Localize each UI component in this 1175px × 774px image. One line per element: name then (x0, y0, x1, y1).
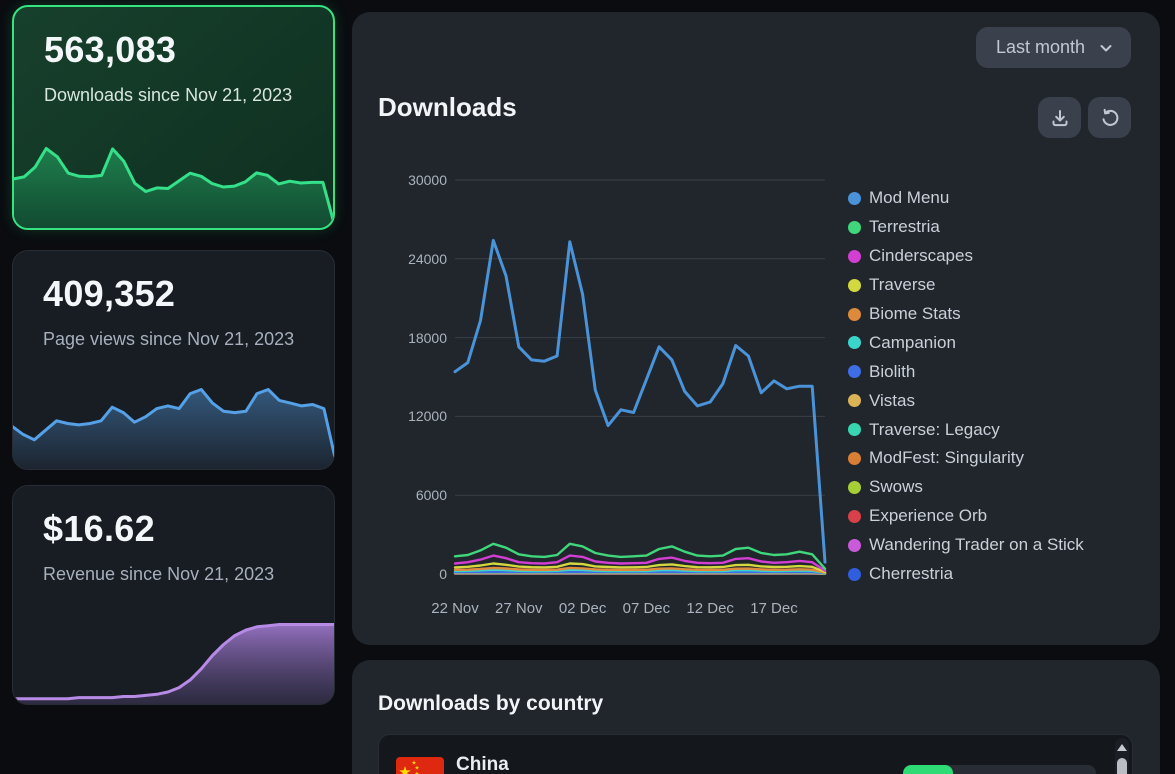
downloads-total: 563,083 (44, 29, 176, 71)
legend-dot (848, 221, 861, 234)
y-axis-tick-label: 12000 (382, 408, 447, 424)
legend-item[interactable]: Swows (848, 473, 1084, 502)
legend-dot (848, 279, 861, 292)
legend-dot (848, 539, 861, 552)
page-views-sparkline (12, 382, 335, 470)
country-name: China (456, 754, 509, 774)
export-chart-button[interactable] (1038, 97, 1081, 138)
legend-label: Mod Menu (869, 188, 949, 208)
legend-label: Biome Stats (869, 304, 961, 324)
country-section-title: Downloads by country (378, 692, 603, 716)
refresh-chart-button[interactable] (1088, 97, 1131, 138)
chart-legend: Mod Menu Terrestria Cinderscapes Traverse Bi… (848, 184, 1084, 588)
legend-label: ModFest: Singularity (869, 448, 1024, 468)
analytics-dashboard: 563,083 Downloads since Nov 21, 2023 409… (0, 0, 1175, 774)
refresh-icon (1100, 108, 1120, 128)
legend-item[interactable]: Biolith (848, 357, 1084, 386)
legend-dot (848, 423, 861, 436)
legend-label: Vistas (869, 391, 915, 411)
legend-item[interactable]: Traverse (848, 271, 1084, 300)
legend-item[interactable]: Campanion (848, 328, 1084, 357)
country-progress-fill (903, 765, 953, 774)
date-range-label: Last month (996, 37, 1085, 58)
chevron-down-icon (1097, 39, 1115, 57)
legend-label: Swows (869, 477, 923, 497)
downloads-by-country-panel: Downloads by country ★ ★ ★ ★ ★ China (352, 660, 1160, 774)
legend-item[interactable]: ModFest: Singularity (848, 444, 1084, 473)
legend-label: Terrestria (869, 217, 940, 237)
country-list: ★ ★ ★ ★ ★ China (378, 734, 1133, 774)
legend-item[interactable]: Cinderscapes (848, 242, 1084, 271)
revenue-sparkline (12, 617, 335, 705)
x-axis-tick-label: 07 Dec (623, 600, 671, 617)
legend-dot (848, 192, 861, 205)
x-axis-tick-label: 02 Dec (559, 600, 607, 617)
stat-card-page-views[interactable]: 409,352 Page views since Nov 21, 2023 (12, 250, 335, 470)
legend-dot (848, 336, 861, 349)
downloads-sparkline (13, 141, 334, 229)
y-axis-tick-label: 6000 (382, 487, 447, 503)
download-icon (1050, 108, 1070, 128)
x-axis-tick-label: 12 Dec (686, 600, 734, 617)
downloads-total-label: Downloads since Nov 21, 2023 (44, 83, 324, 107)
legend-dot (848, 568, 861, 581)
y-axis-tick-label: 0 (382, 566, 447, 582)
legend-dot (848, 250, 861, 263)
revenue-total: $16.62 (43, 508, 155, 550)
svg-text:★: ★ (415, 764, 420, 771)
legend-item[interactable]: Terrestria (848, 213, 1084, 242)
y-axis-tick-label: 24000 (382, 251, 447, 267)
scroll-up-icon[interactable] (1115, 740, 1129, 754)
legend-item[interactable]: Traverse: Legacy (848, 415, 1084, 444)
legend-dot (848, 394, 861, 407)
legend-label: Traverse (869, 275, 935, 295)
x-axis-tick-label: 22 Nov (431, 600, 479, 617)
country-progress-bar (903, 765, 1096, 774)
legend-label: Cinderscapes (869, 246, 973, 266)
legend-dot (848, 365, 861, 378)
legend-dot (848, 481, 861, 494)
legend-label: Cherrestria (869, 564, 953, 584)
page-views-total-label: Page views since Nov 21, 2023 (43, 327, 323, 351)
downloads-line-chart[interactable] (455, 180, 825, 574)
downloads-panel: Last month Downloads 0 6000 12000 18000 2400… (352, 12, 1160, 645)
svg-text:★: ★ (398, 764, 411, 774)
y-axis-tick-label: 18000 (382, 330, 447, 346)
date-range-selector[interactable]: Last month (976, 27, 1131, 68)
svg-text:★: ★ (415, 770, 420, 774)
x-axis-tick-label: 27 Nov (495, 600, 543, 617)
legend-dot (848, 308, 861, 321)
legend-label: Wandering Trader on a Stick (869, 535, 1084, 555)
scrollbar-thumb[interactable] (1117, 758, 1127, 774)
page-views-total: 409,352 (43, 273, 175, 315)
legend-dot (848, 452, 861, 465)
legend-item[interactable]: Mod Menu (848, 184, 1084, 213)
country-list-scrollbar[interactable] (1115, 738, 1129, 774)
legend-label: Traverse: Legacy (869, 420, 1000, 440)
legend-dot (848, 510, 861, 523)
legend-item[interactable]: Biome Stats (848, 300, 1084, 329)
legend-label: Biolith (869, 362, 915, 382)
stat-card-revenue[interactable]: $16.62 Revenue since Nov 21, 2023 (12, 485, 335, 705)
legend-label: Experience Orb (869, 506, 987, 526)
legend-item[interactable]: Wandering Trader on a Stick (848, 531, 1084, 560)
legend-item[interactable]: Experience Orb (848, 502, 1084, 531)
stat-card-downloads[interactable]: 563,083 Downloads since Nov 21, 2023 (12, 5, 335, 230)
x-axis-tick-label: 17 Dec (750, 600, 798, 617)
legend-item[interactable]: Cherrestria (848, 560, 1084, 589)
cn-flag-icon: ★ ★ ★ ★ ★ (396, 757, 444, 774)
y-axis-tick-label: 30000 (382, 172, 447, 188)
legend-item[interactable]: Vistas (848, 386, 1084, 415)
revenue-total-label: Revenue since Nov 21, 2023 (43, 562, 323, 586)
series-line (455, 240, 825, 562)
legend-label: Campanion (869, 333, 956, 353)
panel-title: Downloads (378, 92, 517, 123)
